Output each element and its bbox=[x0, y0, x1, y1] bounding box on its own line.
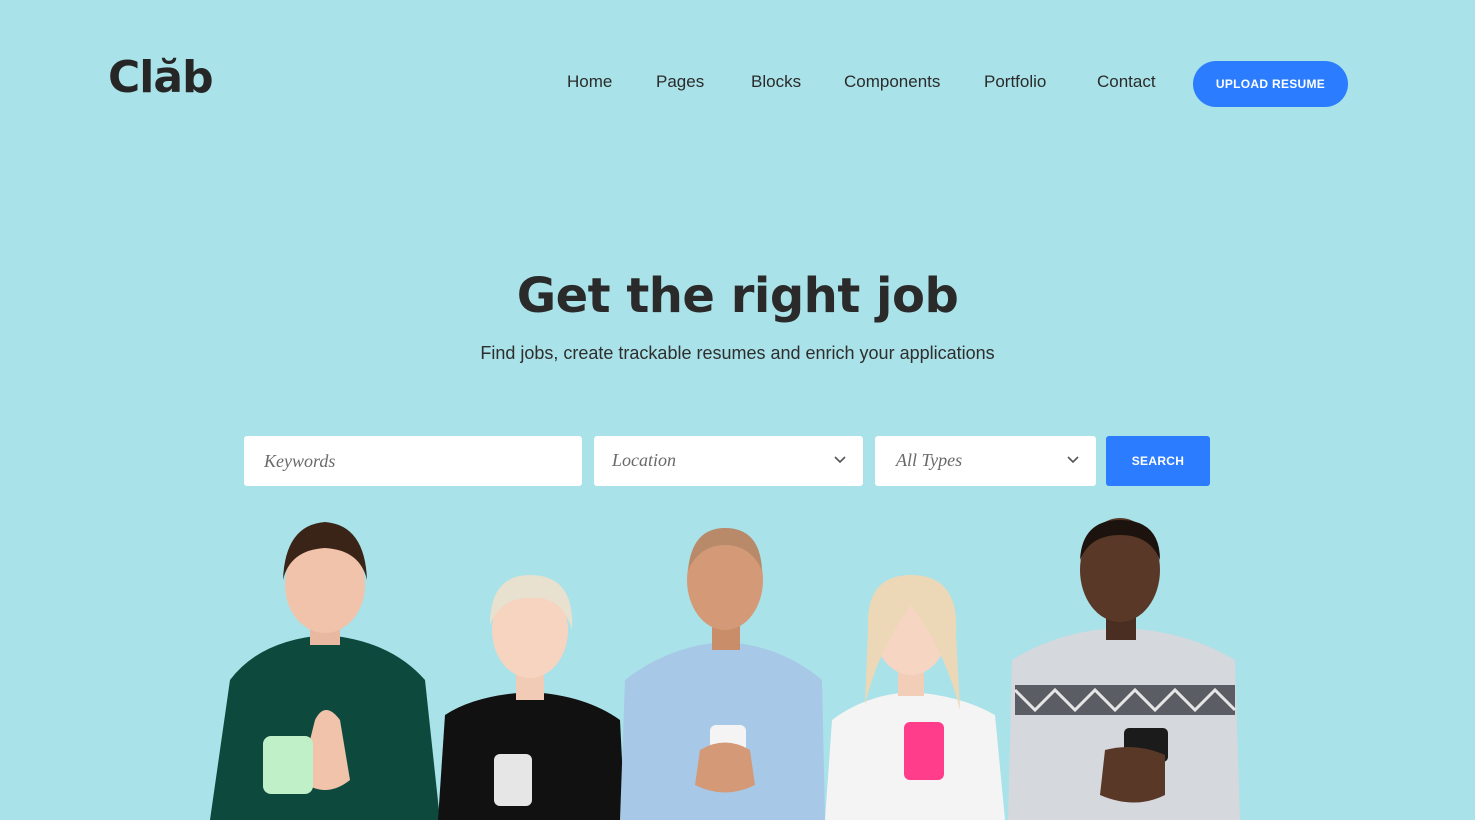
nav-item-pages[interactable]: Pages bbox=[656, 72, 704, 92]
keywords-field bbox=[244, 436, 582, 486]
nav-item-contact[interactable]: Contact bbox=[1097, 72, 1156, 92]
chevron-down-icon bbox=[834, 456, 846, 464]
upload-resume-button[interactable]: UPLOAD RESUME bbox=[1193, 61, 1348, 107]
nav-item-home[interactable]: Home bbox=[567, 72, 612, 92]
person-2 bbox=[438, 575, 625, 820]
location-select-value: Location bbox=[612, 450, 677, 470]
hero-subtitle: Find jobs, create trackable resumes and … bbox=[480, 343, 995, 363]
type-select-value: All Types bbox=[896, 450, 963, 470]
hero-title: Get the right job bbox=[516, 268, 959, 324]
hero-people-image bbox=[210, 518, 1240, 820]
keywords-input[interactable] bbox=[244, 436, 582, 486]
person-4 bbox=[825, 575, 1005, 820]
type-select[interactable]: All Types bbox=[875, 436, 1096, 486]
nav-item-components[interactable]: Components bbox=[844, 72, 940, 92]
chevron-down-icon bbox=[1067, 456, 1079, 464]
person-1 bbox=[210, 522, 440, 820]
nav-item-portfolio[interactable]: Portfolio bbox=[984, 72, 1046, 92]
person-3 bbox=[620, 528, 825, 820]
location-select[interactable]: Location bbox=[594, 436, 863, 486]
search-button[interactable]: SEARCH bbox=[1106, 436, 1210, 486]
nav-item-blocks[interactable]: Blocks bbox=[751, 72, 801, 92]
person-5 bbox=[1008, 518, 1240, 820]
